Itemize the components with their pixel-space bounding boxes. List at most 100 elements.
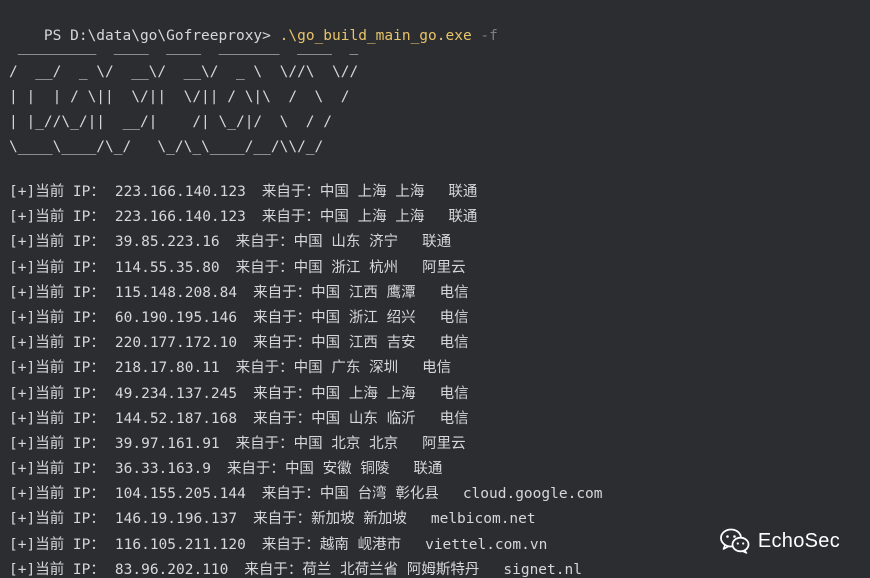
log-row: [+]当前 IP： 115.148.208.84 来自于：中国 江西 鹰潭 电信 xyxy=(9,281,869,306)
current-ip-label: 当前 IP： xyxy=(35,536,105,553)
isp: 电信 xyxy=(439,309,469,326)
from-label: 来自于： xyxy=(253,309,312,326)
isp: 联通 xyxy=(448,184,478,200)
ip-address: 60.190.195.146 xyxy=(114,309,238,326)
location: 中国 广东 深圳 xyxy=(293,360,399,377)
log-prefix: [+] xyxy=(9,234,36,251)
proxy-log-list: [+]当前 IP： 223.166.140.123 来自于：中国 上海 上海 联通 [+… xyxy=(9,180,869,578)
from-label: 来自于： xyxy=(253,511,312,528)
log-prefix: [+] xyxy=(9,284,36,301)
location: 荷兰 北荷兰省 阿姆斯特丹 xyxy=(302,561,480,578)
command-flag: -f xyxy=(471,28,498,44)
location: 中国 山东 济宁 xyxy=(293,234,399,251)
log-prefix: [+] xyxy=(9,385,36,402)
log-row: [+]当前 IP： 220.177.172.10 来自于：中国 江西 吉安 电信 xyxy=(9,331,869,356)
location: 中国 安徽 铜陵 xyxy=(284,461,390,478)
log-row: [+]当前 IP： 104.155.205.144 来自于：中国 台湾 彰化县 clo… xyxy=(9,482,869,507)
from-label: 来自于： xyxy=(235,259,294,276)
wechat-icon xyxy=(719,528,750,554)
isp: melbicom.net xyxy=(430,511,536,528)
log-prefix: [+] xyxy=(9,561,36,578)
isp: 电信 xyxy=(439,385,469,402)
ip-address: 39.97.161.91 xyxy=(114,435,220,452)
ip-address: 146.19.196.137 xyxy=(114,511,238,528)
current-ip-label: 当前 IP： xyxy=(35,209,105,226)
current-ip-label: 当前 IP： xyxy=(35,511,105,528)
isp: 电信 xyxy=(422,360,452,377)
current-ip-label: 当前 IP： xyxy=(35,360,105,377)
location: 中国 上海 上海 xyxy=(311,385,416,402)
log-prefix: [+] xyxy=(9,461,36,478)
log-row: [+]当前 IP： 83.96.202.110 来自于：荷兰 北荷兰省 阿姆斯特丹 s… xyxy=(9,558,869,578)
log-prefix: [+] xyxy=(9,486,36,503)
current-ip-label: 当前 IP： xyxy=(35,561,105,578)
watermark-text: EchoSec xyxy=(757,529,840,552)
from-label: 来自于： xyxy=(235,435,294,452)
log-row: [+]当前 IP： 223.166.140.123 来自于：中国 上海 上海 联通 xyxy=(9,205,869,230)
log-row: [+]当前 IP： 39.97.161.91 来自于：中国 北京 北京 阿里云 xyxy=(9,432,869,457)
location: 新加坡 新加坡 xyxy=(311,511,407,528)
from-label: 来自于： xyxy=(261,184,320,200)
log-prefix: [+] xyxy=(9,360,36,377)
location: 中国 上海 上海 xyxy=(319,184,425,200)
location: 中国 江西 鹰潭 xyxy=(311,284,416,301)
log-prefix: [+] xyxy=(9,184,36,200)
ip-address: 104.155.205.144 xyxy=(114,486,246,503)
isp: 电信 xyxy=(439,284,469,301)
isp: 电信 xyxy=(439,335,469,352)
watermark: EchoSec xyxy=(719,528,840,554)
current-ip-label: 当前 IP： xyxy=(35,184,105,200)
current-ip-label: 当前 IP： xyxy=(35,309,105,326)
isp: 联通 xyxy=(448,209,478,226)
current-ip-label: 当前 IP： xyxy=(35,234,105,251)
log-prefix: [+] xyxy=(9,511,36,528)
log-row: [+]当前 IP： 218.17.80.11 来自于：中国 广东 深圳 电信 xyxy=(9,356,869,381)
ip-address: 39.85.223.16 xyxy=(114,234,220,251)
isp: 联通 xyxy=(413,461,443,478)
from-label: 来自于： xyxy=(235,360,294,377)
current-ip-label: 当前 IP： xyxy=(35,259,105,276)
current-ip-label: 当前 IP： xyxy=(35,284,105,301)
ip-address: 218.17.80.11 xyxy=(114,360,220,377)
location: 越南 岘港市 xyxy=(319,536,402,553)
location: 中国 北京 北京 xyxy=(293,435,399,452)
from-label: 来自于： xyxy=(235,234,294,251)
ip-address: 114.55.35.80 xyxy=(114,259,220,276)
current-ip-label: 当前 IP： xyxy=(35,435,105,452)
terminal-window[interactable]: PS D:\data\go\Gofreeproxy> .\go_build_ma… xyxy=(0,0,870,578)
log-prefix: [+] xyxy=(9,209,36,226)
ip-address: 83.96.202.110 xyxy=(114,561,229,578)
current-ip-label: 当前 IP： xyxy=(35,486,105,503)
ip-address: 116.105.211.120 xyxy=(114,536,246,553)
location: 中国 江西 吉安 xyxy=(311,335,416,352)
from-label: 来自于： xyxy=(253,335,312,352)
current-ip-label: 当前 IP： xyxy=(35,335,105,352)
isp: signet.nl xyxy=(503,561,582,578)
log-prefix: [+] xyxy=(9,259,36,276)
location: 中国 上海 上海 xyxy=(319,209,425,226)
log-row: [+]当前 IP： 36.33.163.9 来自于：中国 安徽 铜陵 联通 xyxy=(9,457,869,482)
from-label: 来自于： xyxy=(253,410,312,427)
log-prefix: [+] xyxy=(9,309,36,326)
isp: 阿里云 xyxy=(422,435,466,452)
log-prefix: [+] xyxy=(9,410,36,427)
ip-address: 144.52.187.168 xyxy=(114,410,238,427)
log-prefix: [+] xyxy=(9,536,36,553)
log-row: [+]当前 IP： 144.52.187.168 来自于：中国 山东 临沂 电信 xyxy=(9,407,869,432)
location: 中国 浙江 绍兴 xyxy=(311,309,416,326)
log-row: [+]当前 IP： 114.55.35.80 来自于：中国 浙江 杭州 阿里云 xyxy=(9,256,869,281)
from-label: 来自于： xyxy=(253,284,312,301)
log-prefix: [+] xyxy=(9,435,36,452)
ip-address: 36.33.163.9 xyxy=(114,461,211,478)
ip-address: 223.166.140.123 xyxy=(114,184,246,200)
log-row: [+]当前 IP： 39.85.223.16 来自于：中国 山东 济宁 联通 xyxy=(9,230,869,255)
from-label: 来自于： xyxy=(226,461,285,478)
log-row: [+]当前 IP： 223.166.140.123 来自于：中国 上海 上海 联通 xyxy=(9,180,869,205)
ip-address: 220.177.172.10 xyxy=(114,335,238,352)
from-label: 来自于： xyxy=(261,536,320,553)
isp: 电信 xyxy=(439,410,469,427)
ip-address: 223.166.140.123 xyxy=(114,209,246,226)
log-row: [+]当前 IP： 60.190.195.146 来自于：中国 浙江 绍兴 电信 xyxy=(9,306,869,331)
isp: viettel.com.vn xyxy=(425,536,548,553)
location: 中国 浙江 杭州 xyxy=(293,259,399,276)
